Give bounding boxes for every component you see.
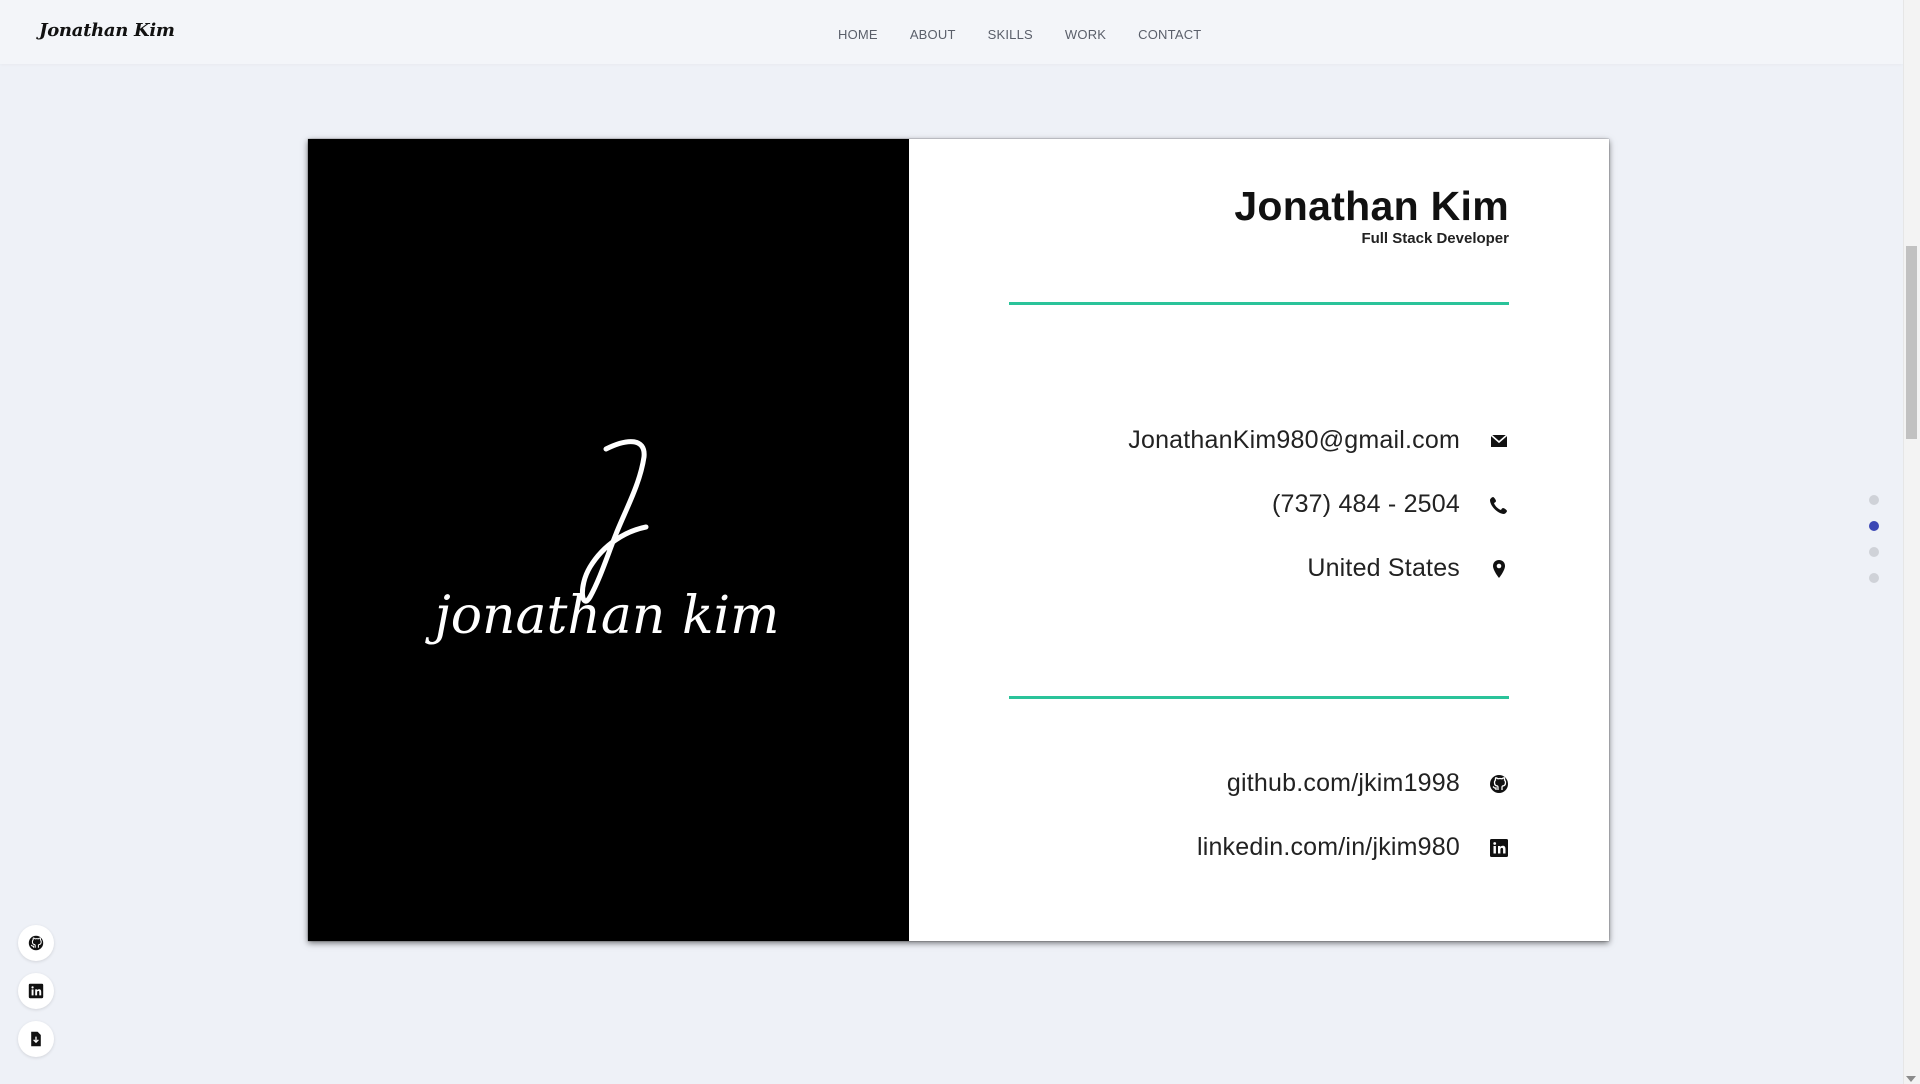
page-scrollbar[interactable] (1903, 0, 1920, 1084)
resume-download-icon (31, 1031, 41, 1047)
phone-text[interactable]: (737) 484 - 2504 (1272, 490, 1460, 519)
divider-bottom (1009, 696, 1509, 699)
card-logo-panel: jonathan kim (308, 139, 909, 941)
nav-about[interactable]: ABOUT (910, 27, 956, 42)
linkedin-icon (1489, 838, 1509, 858)
main-nav: HOME ABOUT SKILLS WORK CONTACT (838, 27, 1233, 42)
section-dot-4[interactable] (1869, 573, 1879, 583)
side-linkedin-button[interactable] (18, 973, 54, 1009)
github-icon (28, 935, 44, 951)
linkedin-link-text[interactable]: linkedin.com/in/jkim980 (1197, 833, 1460, 862)
phone-icon (1489, 495, 1509, 515)
scroll-down-arrow-icon[interactable] (1906, 1076, 1916, 1082)
location-text: United States (1307, 554, 1460, 582)
contact-location-row: United States (1307, 554, 1509, 583)
card-role: Full Stack Developer (1361, 230, 1509, 247)
scrollbar-thumb[interactable] (1906, 246, 1917, 439)
card-info-panel: Jonathan Kim Full Stack Developer Jonath… (909, 139, 1609, 941)
social-linkedin-row[interactable]: linkedin.com/in/jkim980 (1197, 833, 1509, 862)
nav-home[interactable]: HOME (838, 27, 878, 42)
mail-icon (1489, 431, 1509, 451)
side-github-button[interactable] (18, 925, 54, 961)
brand-logo-text[interactable]: Jonathan Kim (39, 20, 175, 41)
divider-top (1009, 302, 1509, 305)
nav-work[interactable]: WORK (1065, 27, 1106, 42)
social-github-row[interactable]: github.com/jkim1998 (1227, 769, 1509, 798)
contact-phone-row[interactable]: (737) 484 - 2504 (1272, 490, 1509, 519)
card-name: Jonathan Kim (1234, 183, 1509, 229)
top-navbar: Jonathan Kim HOME ABOUT SKILLS WORK CONT… (0, 0, 1903, 64)
github-link-text[interactable]: github.com/jkim1998 (1227, 769, 1460, 798)
nav-skills[interactable]: SKILLS (988, 27, 1033, 42)
email-text[interactable]: JonathanKim980@gmail.com (1128, 426, 1460, 455)
section-dot-3[interactable] (1869, 547, 1879, 557)
github-icon (1489, 774, 1509, 794)
contact-email-row[interactable]: JonathanKim980@gmail.com (1128, 426, 1509, 455)
section-dots (1869, 495, 1879, 599)
logo-wordmark: jonathan kim (425, 586, 780, 646)
linkedin-icon (28, 983, 44, 999)
section-dot-2[interactable] (1869, 521, 1879, 531)
nav-contact[interactable]: CONTACT (1138, 27, 1201, 42)
jk-logo: jonathan kim (425, 439, 780, 646)
section-dot-1[interactable] (1869, 495, 1879, 505)
location-pin-icon (1489, 559, 1509, 579)
business-card: jonathan kim Jonathan Kim Full Stack Dev… (308, 139, 1609, 941)
side-resume-button[interactable] (18, 1021, 54, 1057)
